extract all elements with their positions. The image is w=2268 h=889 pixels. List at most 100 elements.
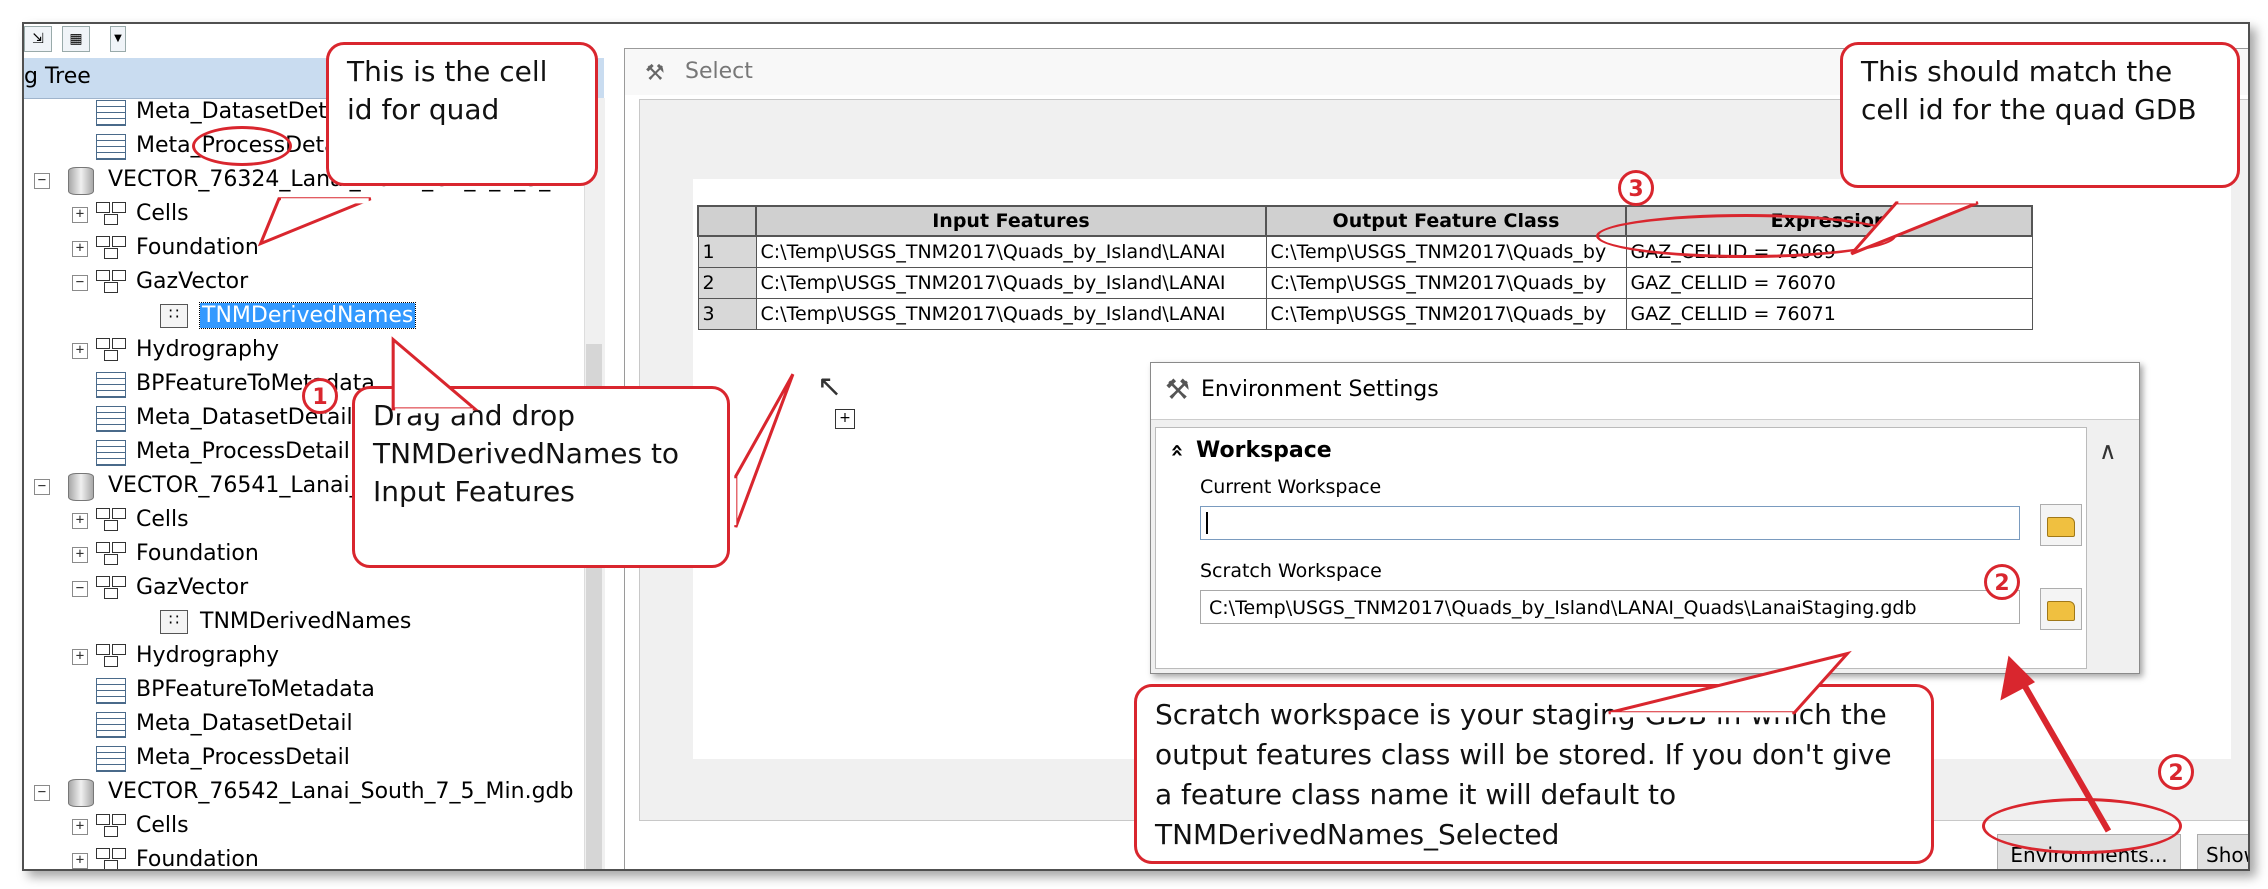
highlight-ring-cell-id <box>192 126 292 166</box>
table-icon <box>96 678 126 704</box>
feature-dataset-icon <box>96 236 126 260</box>
geodatabase-icon <box>68 779 94 807</box>
feature-dataset-icon <box>96 508 126 532</box>
environment-settings-titlebar: ⚒ Environment Settings <box>1151 363 2139 420</box>
screenshot-frame: ⇲ ▦ ▼ g Tree ✕ Meta_DatasetDetailMeta_Pr… <box>22 22 2250 871</box>
grid-row-number[interactable]: 1 <box>697 235 757 268</box>
tree-item-label: GazVector <box>136 575 249 600</box>
grid-corner-header <box>697 205 757 237</box>
drag-cursor-icon: ↖ <box>817 369 843 404</box>
expand-icon[interactable]: + <box>72 547 88 563</box>
expand-icon[interactable]: + <box>72 819 88 835</box>
tree-item-label: Foundation <box>136 847 259 869</box>
tree-item-label: Hydrography <box>136 643 279 668</box>
tree-item-label: Hydrography <box>136 337 279 362</box>
input-features-cell[interactable]: C:\Temp\USGS_TNM2017\Quads_by_Island\LAN… <box>755 267 1267 299</box>
folder-icon <box>2047 517 2075 537</box>
current-workspace-input[interactable] <box>1200 506 2020 540</box>
connect-folder-icon[interactable]: ⇲ <box>24 26 52 52</box>
expression-cell[interactable]: GAZ_CELLID = 76070 <box>1625 267 2033 299</box>
catalog-options-icon[interactable]: ▦ <box>62 26 90 52</box>
table-icon <box>96 712 126 738</box>
table-icon <box>96 440 126 466</box>
grid-header-output-feature-class[interactable]: Output Feature Class <box>1265 205 1627 237</box>
environment-settings-title: Environment Settings <box>1201 377 1439 402</box>
feature-dataset-icon <box>96 848 126 869</box>
output-feature-class-cell[interactable]: C:\Temp\USGS_TNM2017\Quads_by <box>1265 298 1627 330</box>
tree-item-label: Cells <box>136 507 189 532</box>
tree-item-label: Cells <box>136 201 189 226</box>
output-feature-class-cell[interactable]: C:\Temp\USGS_TNM2017\Quads_by <box>1265 235 1627 268</box>
highlight-ring-expression <box>1596 214 1896 258</box>
geodatabase-icon <box>68 473 94 501</box>
grid-header-input-features[interactable]: Input Features <box>755 205 1267 237</box>
expand-icon[interactable]: + <box>72 853 88 869</box>
toolbar-overflow-icon[interactable]: ▼ <box>110 26 126 52</box>
expand-icon[interactable]: + <box>72 207 88 223</box>
tree-item-label: Foundation <box>136 541 259 566</box>
expand-icon[interactable]: + <box>72 513 88 529</box>
select-dialog-title: Select <box>685 59 753 84</box>
feature-dataset-icon <box>96 270 126 294</box>
tree-item-label: Meta_DatasetDetail <box>136 99 353 124</box>
table-icon <box>96 746 126 772</box>
input-features-cell[interactable]: C:\Temp\USGS_TNM2017\Quads_by_Island\LAN… <box>755 235 1267 268</box>
tree-item-label: TNMDerivedNames <box>200 609 412 634</box>
highlight-ring-environments <box>1982 798 2182 854</box>
expression-cell[interactable]: GAZ_CELLID = 76071 <box>1625 298 2033 330</box>
table-icon <box>96 100 126 126</box>
browse-scratch-workspace-button[interactable] <box>2040 588 2082 630</box>
environment-settings-panel: » Workspace Current Workspace Scratch Wo… <box>1155 427 2087 669</box>
tree-item-label: BPFeatureToMetadata <box>136 371 375 396</box>
text-caret <box>1206 512 1208 534</box>
geodatabase-icon <box>68 167 94 195</box>
scratch-workspace-label: Scratch Workspace <box>1200 560 1382 582</box>
feature-dataset-icon <box>96 202 126 226</box>
grid-row-number[interactable]: 2 <box>697 267 757 299</box>
collapse-icon[interactable]: − <box>34 479 50 495</box>
table-icon <box>96 372 126 398</box>
table-row[interactable]: 3 C:\Temp\USGS_TNM2017\Quads_by_Island\LA… <box>697 298 2033 330</box>
drag-plus-icon: + <box>835 409 855 429</box>
folder-icon <box>2047 601 2075 621</box>
tree-item-label: TNMDerivedNames <box>198 302 417 329</box>
environment-settings-scrollbar[interactable]: ∧ <box>2089 427 2135 667</box>
step-badge-3: 3 <box>1618 170 1654 206</box>
expand-icon[interactable]: + <box>72 343 88 359</box>
show-help-button[interactable]: Show <box>2197 834 2248 869</box>
tree-item-label: Meta_DatasetDetail <box>136 711 353 736</box>
grid-row-number[interactable]: 3 <box>697 298 757 330</box>
table-row[interactable]: 2 C:\Temp\USGS_TNM2017\Quads_by_Island\LA… <box>697 267 2033 299</box>
scratch-workspace-input[interactable]: C:\Temp\USGS_TNM2017\Quads_by_Island\LAN… <box>1200 590 2020 624</box>
collapse-icon[interactable]: − <box>34 785 50 801</box>
current-workspace-label: Current Workspace <box>1200 476 1382 498</box>
input-features-cell[interactable]: C:\Temp\USGS_TNM2017\Quads_by_Island\LAN… <box>755 298 1267 330</box>
expand-icon[interactable]: + <box>72 649 88 665</box>
tree-item-label: Cells <box>136 813 189 838</box>
tree-item-label: VECTOR_76542_Lanai_South_7_5_Min.gdb <box>108 779 574 804</box>
table-icon <box>96 134 126 160</box>
expand-icon[interactable]: + <box>72 241 88 257</box>
tree-item-label: BPFeatureToMetadata <box>136 677 375 702</box>
tools-icon: ⚒ <box>1165 373 1191 406</box>
chevron-up-icon[interactable]: ∧ <box>2099 437 2117 465</box>
collapse-icon[interactable]: − <box>72 581 88 597</box>
browse-current-workspace-button[interactable] <box>2040 504 2082 546</box>
workspace-section-header[interactable]: Workspace <box>1196 438 1332 463</box>
callout-cell-id: This is the cell id for quad <box>326 42 598 186</box>
collapse-section-icon[interactable]: » <box>1165 443 1190 457</box>
point-feature-class-icon: ∷ <box>160 304 188 328</box>
collapse-icon[interactable]: − <box>34 173 50 189</box>
tree-item-label: Foundation <box>136 235 259 260</box>
environment-settings-dialog: ⚒ Environment Settings » Workspace Curre… <box>1150 362 2140 674</box>
point-feature-class-icon: ∷ <box>160 610 188 634</box>
feature-dataset-icon <box>96 338 126 362</box>
output-feature-class-cell[interactable]: C:\Temp\USGS_TNM2017\Quads_by <box>1265 267 1627 299</box>
collapse-icon[interactable]: − <box>72 275 88 291</box>
callout-drag-drop: Drag and drop TNMDerivedNames to Input F… <box>352 386 730 568</box>
callout-match-cell-id: This should match the cell id for the qu… <box>1840 42 2240 188</box>
step-badge-2-scratch: 2 <box>1984 564 2020 600</box>
table-icon <box>96 406 126 432</box>
tree-item-label: Meta_ProcessDetail <box>136 745 350 770</box>
tree-item-label: GazVector <box>136 269 249 294</box>
